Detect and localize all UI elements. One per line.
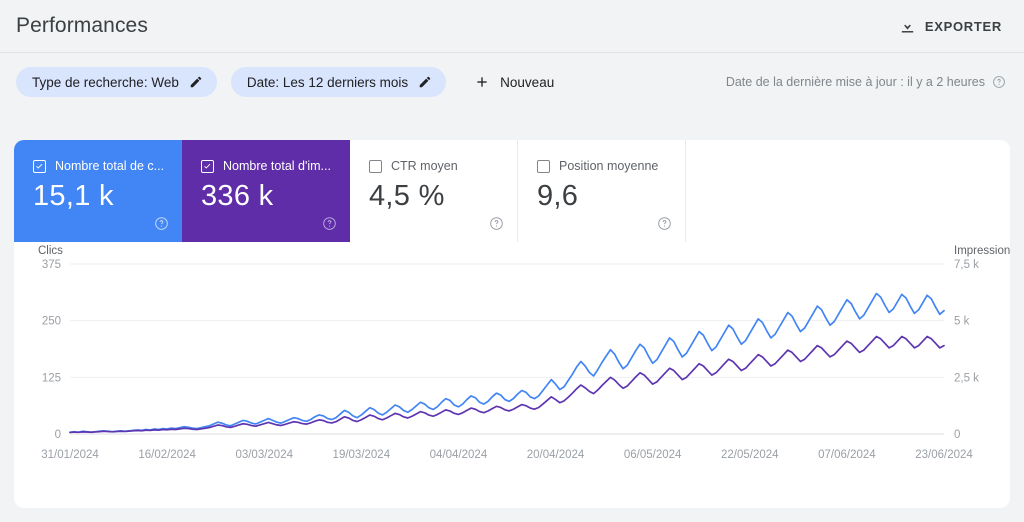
svg-text:375: 375	[42, 259, 61, 271]
svg-text:250: 250	[42, 316, 61, 328]
performance-chart: Clics Impressions 0 0 125 2,5 k 250 5 k 375 7,5 k…	[14, 242, 1010, 508]
svg-text:5 k: 5 k	[954, 316, 970, 328]
svg-text:Clics: Clics	[38, 245, 63, 257]
chart-svg: Clics Impressions 0 0 125 2,5 k 250 5 k 375 7,5 k…	[38, 245, 1010, 461]
performance-page: Performances EXPORTER Type de recherche:…	[0, 0, 1024, 522]
help-icon[interactable]	[154, 216, 169, 231]
metric-card-average-position[interactable]: Position moyenne 9,6	[518, 140, 686, 242]
svg-text:20/04/2024: 20/04/2024	[527, 449, 585, 461]
metric-card-title: Nombre total d'im...	[223, 159, 331, 173]
svg-text:23/06/2024: 23/06/2024	[915, 449, 973, 461]
filter-chip-search-type[interactable]: Type de recherche: Web	[16, 67, 217, 97]
performance-panel: Nombre total de c... 15,1 k Nombre total…	[14, 140, 1010, 508]
pencil-icon	[418, 75, 432, 89]
svg-text:19/03/2024: 19/03/2024	[333, 449, 391, 461]
checkbox-unchecked-icon[interactable]	[537, 159, 550, 173]
metric-card-value: 9,6	[537, 180, 579, 212]
metric-card-total-clicks[interactable]: Nombre total de c... 15,1 k	[14, 140, 182, 242]
metric-card-value: 4,5 %	[369, 180, 445, 212]
metric-card-total-impressions[interactable]: Nombre total d'im... 336 k	[182, 140, 350, 242]
help-icon[interactable]	[489, 216, 504, 231]
page-header: Performances EXPORTER	[0, 0, 1024, 52]
checkbox-checked-icon[interactable]	[201, 159, 214, 173]
checkbox-checked-icon[interactable]	[33, 159, 46, 173]
svg-text:06/05/2024: 06/05/2024	[624, 449, 682, 461]
filter-chip-date-label: Date: Les 12 derniers mois	[246, 74, 409, 90]
svg-text:0: 0	[954, 429, 960, 441]
metric-card-average-ctr[interactable]: CTR moyen 4,5 %	[350, 140, 518, 242]
metric-card-value: 15,1 k	[33, 180, 114, 212]
page-title: Performances	[16, 14, 148, 37]
new-filter-label: Nouveau	[500, 74, 555, 90]
last-updated-text: Date de la dernière mise à jour : il y a…	[725, 75, 985, 89]
metric-card-header: Position moyenne	[537, 159, 685, 173]
svg-text:2,5 k: 2,5 k	[954, 372, 979, 384]
plus-icon	[474, 74, 490, 90]
metric-card-value: 336 k	[201, 180, 274, 212]
help-icon[interactable]	[657, 216, 672, 231]
pencil-icon	[189, 75, 203, 89]
metric-card-title: Position moyenne	[559, 159, 659, 173]
svg-text:125: 125	[42, 372, 61, 384]
svg-text:Impressions: Impressions	[954, 245, 1010, 257]
new-filter-button[interactable]: Nouveau	[466, 67, 562, 97]
svg-text:31/01/2024: 31/01/2024	[41, 449, 99, 461]
last-updated: Date de la dernière mise à jour : il y a…	[726, 75, 1006, 89]
metric-card-header: Nombre total d'im...	[201, 159, 350, 173]
metric-card-title: CTR moyen	[391, 159, 458, 173]
svg-text:03/03/2024: 03/03/2024	[235, 449, 293, 461]
metric-cards: Nombre total de c... 15,1 k Nombre total…	[14, 140, 1010, 242]
export-button[interactable]: EXPORTER	[895, 14, 1006, 39]
export-label: EXPORTER	[924, 18, 1002, 34]
svg-text:22/05/2024: 22/05/2024	[721, 449, 779, 461]
svg-text:16/02/2024: 16/02/2024	[138, 449, 196, 461]
checkbox-unchecked-icon[interactable]	[369, 159, 382, 173]
download-icon	[899, 18, 916, 35]
filter-chip-date[interactable]: Date: Les 12 derniers mois	[230, 67, 447, 97]
filter-chip-search-type-label: Type de recherche: Web	[32, 74, 179, 90]
svg-text:04/04/2024: 04/04/2024	[430, 449, 488, 461]
metric-card-header: CTR moyen	[369, 159, 517, 173]
metric-card-header: Nombre total de c...	[33, 159, 182, 173]
metric-card-empty	[686, 140, 1010, 242]
svg-text:0: 0	[55, 429, 61, 441]
filter-bar: Type de recherche: Web Date: Les 12 dern…	[0, 53, 1024, 111]
help-icon[interactable]	[992, 75, 1006, 89]
help-icon[interactable]	[322, 216, 337, 231]
svg-text:7,5 k: 7,5 k	[954, 259, 979, 271]
svg-text:07/06/2024: 07/06/2024	[818, 449, 876, 461]
metric-card-title: Nombre total de c...	[55, 159, 165, 173]
